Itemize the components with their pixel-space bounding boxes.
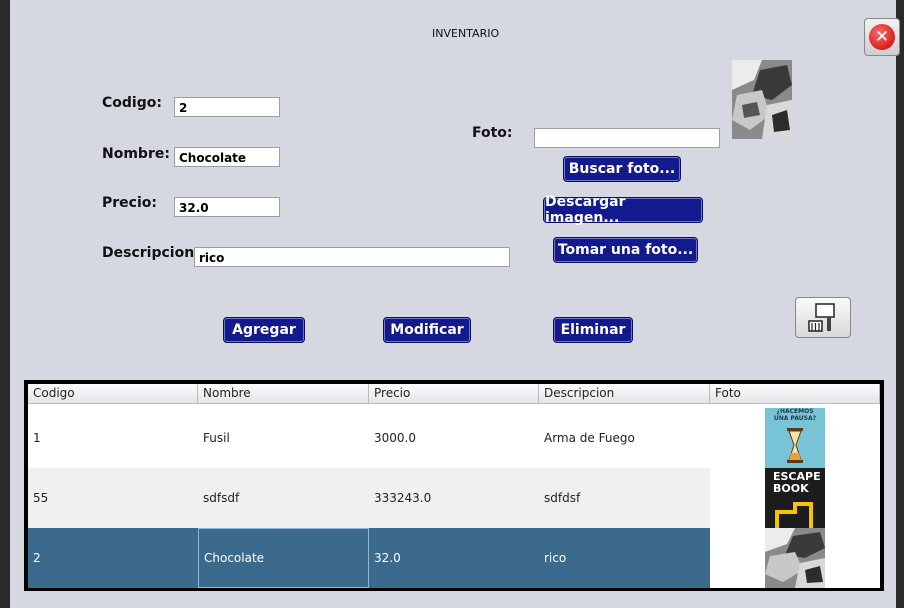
inventory-table[interactable]: Codigo Nombre Precio Descripcion Foto 1 …	[24, 380, 884, 591]
column-header-codigo[interactable]: Codigo	[28, 384, 198, 403]
cell-foto: ESCAPE BOOK	[710, 468, 880, 528]
column-header-nombre[interactable]: Nombre	[198, 384, 369, 403]
product-thumbnail: ESCAPE BOOK	[765, 468, 825, 528]
table-row[interactable]: 55 sdfsdf 333243.0 sdfdsf ESCAPE BOOK	[28, 468, 880, 528]
cell-precio: 32.0	[369, 528, 539, 588]
window-title: INVENTARIO	[432, 27, 500, 40]
cell-precio: 333243.0	[374, 491, 432, 505]
close-icon: ✕	[869, 24, 895, 50]
tomar-foto-button[interactable]: Tomar una foto...	[554, 238, 697, 262]
descargar-imagen-button[interactable]: Descargar imagen...	[544, 194, 702, 226]
hourglass-icon	[787, 428, 803, 463]
cell-codigo: 55	[33, 491, 49, 505]
agregar-button[interactable]: Agregar	[224, 318, 304, 342]
column-header-descripcion[interactable]: Descripcion	[539, 384, 710, 403]
codigo-label: Codigo:	[102, 95, 162, 111]
cell-codigo: 2	[28, 528, 198, 588]
precio-label: Precio:	[102, 195, 157, 211]
descripcion-field[interactable]: rico	[194, 247, 510, 267]
precio-field[interactable]: 32.0	[174, 197, 280, 217]
cell-descripcion: Arma de Fuego	[544, 431, 635, 445]
cell-descripcion: rico	[539, 528, 710, 588]
nombre-field[interactable]: Chocolate	[174, 147, 280, 167]
foto-path-field[interactable]	[534, 128, 720, 148]
cell-nombre: Fusil	[203, 431, 230, 445]
chocolate-photo	[732, 60, 792, 139]
column-header-precio[interactable]: Precio	[369, 384, 539, 403]
escape-book-cover	[775, 502, 813, 528]
table-row-selected[interactable]: 2 Chocolate 32.0 rico	[28, 528, 880, 588]
close-button[interactable]: ✕	[864, 18, 900, 56]
column-header-foto[interactable]: Foto	[710, 384, 880, 403]
cell-precio: 3000.0	[374, 431, 416, 445]
foto-label: Foto:	[472, 125, 513, 141]
photo-preview	[732, 60, 792, 139]
codigo-field[interactable]: 2	[174, 97, 280, 117]
descripcion-label: Descripcion:	[102, 245, 200, 261]
cell-descripcion: sdfdsf	[544, 491, 581, 505]
cell-nombre: sdfsdf	[203, 491, 240, 505]
table-row[interactable]: 1 Fusil 3000.0 Arma de Fuego ¿HACEMOS UN…	[28, 408, 880, 468]
clear-button[interactable]	[795, 297, 851, 338]
product-thumbnail	[765, 528, 825, 588]
cell-codigo: 1	[33, 431, 41, 445]
cell-foto: ¿HACEMOS UNA PAUSA?	[710, 408, 880, 468]
nombre-label: Nombre:	[102, 146, 170, 162]
chocolate-photo	[765, 528, 825, 588]
cell-foto	[710, 528, 880, 588]
table-header: Codigo Nombre Precio Descripcion Foto	[28, 384, 880, 404]
broom-icon	[808, 302, 835, 332]
modificar-button[interactable]: Modificar	[384, 318, 470, 342]
product-thumbnail: ¿HACEMOS UNA PAUSA?	[765, 408, 825, 468]
cell-nombre: Chocolate	[198, 528, 369, 588]
eliminar-button[interactable]: Eliminar	[554, 318, 632, 342]
buscar-foto-button[interactable]: Buscar foto...	[564, 157, 680, 181]
